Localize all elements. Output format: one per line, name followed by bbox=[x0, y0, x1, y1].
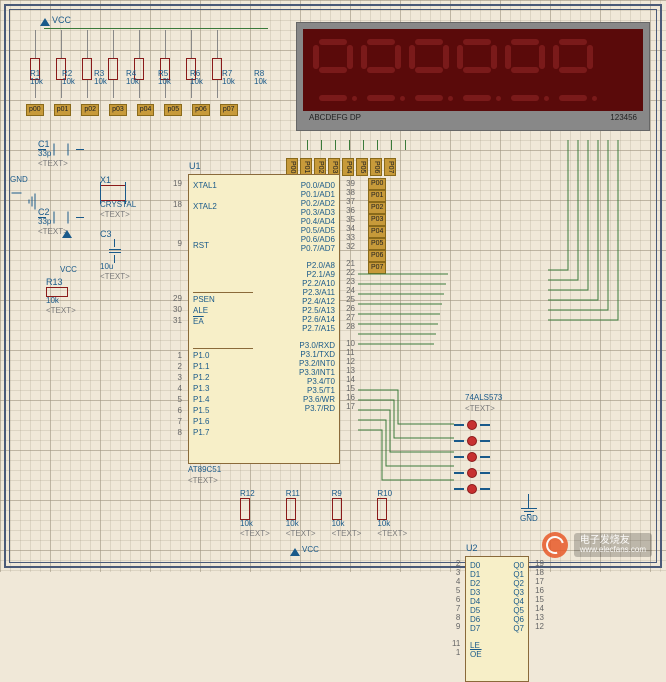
resistor-icon bbox=[240, 498, 250, 520]
resistor-r8 bbox=[212, 30, 222, 98]
push-button[interactable] bbox=[454, 468, 490, 478]
elecfans-logo-icon bbox=[542, 532, 568, 558]
watermark: 电子发烧友 www.elecfans.com bbox=[542, 532, 652, 558]
digit-labels: 123456 bbox=[610, 113, 637, 122]
resistor-r5 bbox=[134, 30, 144, 98]
bus-wires bbox=[358, 272, 448, 352]
vcc-arrow-icon bbox=[290, 548, 300, 556]
u2-part: 74ALS573 bbox=[465, 394, 502, 402]
vcc-arrow-icon bbox=[40, 18, 50, 26]
crystal-icon bbox=[100, 185, 126, 201]
vcc-arrow-icon bbox=[62, 230, 72, 238]
cap-c2-ref: C2 bbox=[38, 208, 84, 217]
seven-segment-display: ABCDEFG DP 123456 bbox=[296, 22, 650, 131]
u1-part: AT89C51 bbox=[188, 466, 221, 474]
gnd-left: GND bbox=[16, 188, 32, 205]
cap-c1-ref: C1 bbox=[38, 140, 84, 149]
resistor-r2 bbox=[56, 30, 66, 98]
net-label: p00 bbox=[26, 104, 44, 116]
push-button[interactable] bbox=[454, 420, 490, 430]
chip-u2: U2 D0 D1 D2 D3 D4 D5 D6 D7 LE OE Q0 Q1 Q… bbox=[465, 556, 529, 682]
button-bank bbox=[454, 420, 490, 494]
push-button[interactable] bbox=[454, 452, 490, 462]
display-bus-wires bbox=[548, 140, 648, 350]
resistor-r6 bbox=[160, 30, 170, 98]
u2-ref: U2 bbox=[466, 543, 478, 553]
resistor-r4 bbox=[108, 30, 118, 98]
segment-labels: ABCDEFG DP bbox=[309, 113, 361, 122]
resistor-bank-top bbox=[30, 30, 222, 98]
vcc-label: VCC bbox=[52, 16, 71, 25]
watermark-url: www.elecfans.com bbox=[580, 546, 646, 555]
resistor-bank-bottom: R1210k<TEXT> R1110k<TEXT> R910k<TEXT> R1… bbox=[240, 490, 407, 538]
push-button[interactable] bbox=[454, 436, 490, 446]
gnd-bottom: GND bbox=[520, 494, 538, 523]
cap-c3-ref: C3 bbox=[100, 230, 130, 239]
push-button[interactable] bbox=[454, 484, 490, 494]
u1-ref: U1 bbox=[189, 161, 201, 171]
resistor-r7 bbox=[186, 30, 196, 98]
chip-u1: U1 XTAL1 XTAL2 RST PSEN ALE EA P1.0 P1.1… bbox=[188, 174, 340, 464]
crystal-ref: X1 bbox=[100, 176, 136, 185]
resistor-r1 bbox=[30, 30, 40, 98]
resistor-r13-ref: R13 bbox=[46, 278, 76, 287]
resistor-r3 bbox=[82, 30, 92, 98]
p3-wires bbox=[358, 380, 458, 490]
